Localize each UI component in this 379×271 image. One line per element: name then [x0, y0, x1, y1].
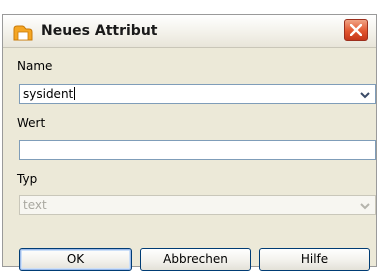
- folder-icon: [13, 24, 33, 41]
- wert-input[interactable]: [19, 140, 376, 160]
- typ-label: Typ: [17, 172, 38, 186]
- cancel-button[interactable]: Abbrechen: [140, 248, 251, 271]
- name-label: Name: [17, 59, 53, 73]
- chevron-down-icon[interactable]: [358, 198, 372, 212]
- name-combobox[interactable]: sysident: [19, 84, 376, 104]
- wert-label: Wert: [17, 116, 46, 130]
- typ-value: text: [23, 198, 47, 212]
- chevron-down-icon[interactable]: [358, 87, 372, 101]
- typ-select[interactable]: text: [19, 195, 376, 215]
- ok-button[interactable]: OK: [19, 248, 132, 271]
- attribute-dialog: Neues Attribut Name sysident Wert Typ te…: [2, 14, 377, 271]
- dialog-title: Neues Attribut: [41, 23, 158, 39]
- name-value[interactable]: sysident: [23, 87, 76, 101]
- text-caret: [74, 87, 76, 100]
- title-bar[interactable]: Neues Attribut: [3, 15, 376, 48]
- close-icon: [350, 24, 362, 36]
- help-button[interactable]: Hilfe: [259, 248, 370, 271]
- close-button[interactable]: [344, 19, 368, 41]
